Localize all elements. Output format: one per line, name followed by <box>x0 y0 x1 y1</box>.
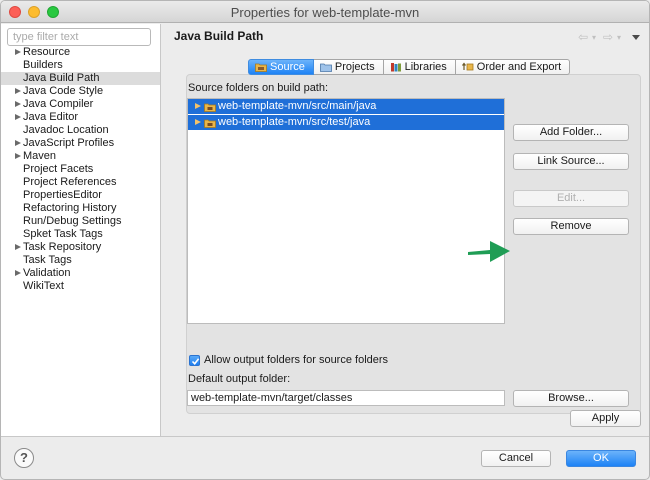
back-arrow-icon[interactable]: ⇦ <box>578 30 588 44</box>
edit-button[interactable]: Edit... <box>513 190 629 207</box>
help-icon[interactable]: ? <box>14 448 34 468</box>
sidebar-item-label: PropertiesEditor <box>23 189 102 201</box>
sidebar-item-label: Project Facets <box>23 163 94 175</box>
forward-arrow-icon[interactable]: ⇨ <box>603 30 613 44</box>
back-history-chevron-icon[interactable]: ▾ <box>592 33 596 42</box>
forward-history-chevron-icon[interactable]: ▾ <box>617 33 621 42</box>
sidebar-item-label: Javadoc Location <box>23 124 109 136</box>
sidebar-item-label: Refactoring History <box>23 202 117 214</box>
tab-projects[interactable]: Projects <box>313 59 384 75</box>
sidebar-item[interactable]: Java Code Style <box>1 85 160 98</box>
sidebar-item-label: Resource <box>23 46 71 58</box>
sidebar-item[interactable]: Resource <box>1 46 160 59</box>
filter-input[interactable] <box>7 28 151 46</box>
footer-separator <box>1 436 649 437</box>
sidebar-item[interactable]: JavaScript Profiles <box>1 137 160 150</box>
window-title: Properties for web-template-mvn <box>230 5 420 20</box>
expand-arrow-icon[interactable] <box>195 119 201 125</box>
sidebar-item-label: Java Compiler <box>23 98 94 110</box>
tab-libraries[interactable]: Libraries <box>383 59 456 75</box>
preference-navigation-pane: ResourceBuildersJava Build PathJava Code… <box>1 24 161 436</box>
sidebar-item-label: Java Code Style <box>23 85 104 97</box>
expand-arrow-icon[interactable] <box>15 244 21 250</box>
source-folders-label: Source folders on build path: <box>188 82 329 94</box>
sidebar-item-label: Run/Debug Settings <box>23 215 122 227</box>
sidebar-item[interactable]: Java Compiler <box>1 98 160 111</box>
title-bar[interactable]: Properties for web-template-mvn <box>1 1 649 23</box>
remove-button[interactable]: Remove <box>513 218 629 235</box>
sidebar-item[interactable]: Validation <box>1 267 160 280</box>
tab-order-and-export[interactable]: Order and Export <box>455 59 571 75</box>
expand-arrow-icon[interactable] <box>195 103 201 109</box>
build-path-tabs: Source Projects Libraries Order and Export <box>248 59 571 75</box>
tab-label: Source <box>270 60 305 73</box>
source-folder-path: web-template-mvn/src/main/java <box>218 100 377 112</box>
tab-source[interactable]: Source <box>248 59 314 75</box>
libraries-icon <box>390 62 402 72</box>
expand-arrow-icon[interactable] <box>15 140 21 146</box>
sidebar-item[interactable]: PropertiesEditor <box>1 189 160 202</box>
sidebar-item-label: Maven <box>23 150 57 162</box>
sidebar-item-label: Task Repository <box>23 241 102 253</box>
expand-arrow-icon[interactable] <box>15 270 21 276</box>
add-folder-button[interactable]: Add Folder... <box>513 124 629 141</box>
expand-arrow-icon[interactable] <box>15 114 21 120</box>
source-folder-row[interactable]: web-template-mvn/src/main/java <box>188 99 504 114</box>
sidebar-item[interactable]: Task Tags <box>1 254 160 267</box>
apply-button[interactable]: Apply <box>570 410 641 427</box>
source-folder-icon <box>255 62 267 72</box>
sidebar-item-label: Builders <box>23 59 63 71</box>
cancel-button[interactable]: Cancel <box>481 450 551 467</box>
sidebar-item[interactable]: Javadoc Location <box>1 124 160 137</box>
sidebar-item-label: Java Build Path <box>23 72 100 84</box>
sidebar-item[interactable]: Spket Task Tags <box>1 228 160 241</box>
expand-arrow-icon[interactable] <box>15 49 21 55</box>
package-folder-icon <box>204 118 216 128</box>
link-source-button[interactable]: Link Source... <box>513 153 629 170</box>
sidebar-item[interactable]: Run/Debug Settings <box>1 215 160 228</box>
page-header: Java Build Path ⇦ ▾ ⇨ ▾ <box>162 24 649 48</box>
source-folder-row[interactable]: web-template-mvn/src/test/java <box>188 115 504 130</box>
order-export-icon <box>461 62 474 72</box>
browse-button[interactable]: Browse... <box>513 390 629 407</box>
sidebar-item[interactable]: Java Build Path <box>1 72 160 85</box>
page-title: Java Build Path <box>174 29 264 43</box>
view-menu-chevron-icon[interactable] <box>632 35 640 40</box>
sidebar-item[interactable]: Refactoring History <box>1 202 160 215</box>
package-folder-icon <box>204 102 216 112</box>
sidebar-item[interactable]: Builders <box>1 59 160 72</box>
sidebar-item-label: JavaScript Profiles <box>23 137 115 149</box>
tab-label: Order and Export <box>476 60 562 73</box>
sidebar-item-label: Validation <box>23 267 71 279</box>
default-output-label: Default output folder: <box>188 373 291 385</box>
sidebar-item-label: Java Editor <box>23 111 79 123</box>
default-output-field[interactable] <box>187 390 505 406</box>
tab-label: Libraries <box>404 60 447 73</box>
sidebar-item[interactable]: Project References <box>1 176 160 189</box>
sidebar-item[interactable]: WikiText <box>1 280 160 293</box>
expand-arrow-icon[interactable] <box>15 153 21 159</box>
allow-output-checkbox[interactable] <box>189 355 200 366</box>
annotation-arrow-icon <box>468 241 510 262</box>
sidebar-item[interactable]: Project Facets <box>1 163 160 176</box>
source-folder-path: web-template-mvn/src/test/java <box>218 116 371 128</box>
sidebar-item[interactable]: Java Editor <box>1 111 160 124</box>
preference-tree: Resource Builders Java Build Path Java Code… <box>1 46 160 293</box>
source-folders-list[interactable]: web-template-mvn/src/main/java web-templa… <box>187 98 505 324</box>
sidebar-item-label: Task Tags <box>23 254 72 266</box>
expand-arrow-icon[interactable] <box>15 101 21 107</box>
sidebar-item-label: WikiText <box>23 280 64 292</box>
expand-arrow-icon[interactable] <box>15 88 21 94</box>
sidebar-item-label: Project References <box>23 176 117 188</box>
allow-output-label: Allow output folders for source folders <box>204 354 389 366</box>
properties-dialog: Properties for web-template-mvn Resource… <box>0 0 650 480</box>
sidebar-item[interactable]: Task Repository <box>1 241 160 254</box>
sidebar-item[interactable]: Maven <box>1 150 160 163</box>
tab-label: Projects <box>334 60 375 73</box>
build-path-group: Source folders on build path: web-templa… <box>186 74 641 414</box>
ok-button[interactable]: OK <box>566 450 636 467</box>
property-page: Java Build Path ⇦ ▾ ⇨ ▾ Source folders o… <box>162 24 649 436</box>
sidebar-item-label: Spket Task Tags <box>23 228 103 240</box>
projects-icon <box>319 62 332 72</box>
